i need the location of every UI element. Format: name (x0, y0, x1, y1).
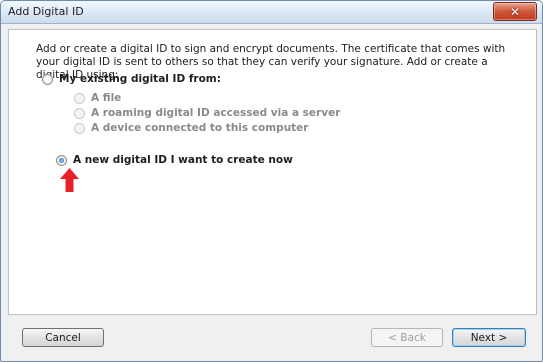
option-new-label: A new digital ID I want to create now (73, 154, 293, 166)
option-roaming-digital-id[interactable]: A roaming digital ID accessed via a serv… (74, 107, 340, 119)
option-device-connected[interactable]: A device connected to this computer (74, 122, 309, 134)
option-device-label: A device connected to this computer (91, 122, 309, 134)
add-digital-id-dialog: Add Digital ID ✕ Add or create a digital… (0, 0, 543, 362)
back-button[interactable]: < Back (371, 328, 443, 347)
option-a-file[interactable]: A file (74, 92, 121, 104)
radio-roaming-digital-id[interactable] (74, 107, 85, 119)
option-a-file-label: A file (91, 92, 122, 104)
cancel-button[interactable]: Cancel (22, 328, 104, 347)
content-panel: Add or create a digital ID to sign and e… (8, 29, 537, 315)
radio-new-digital-id[interactable] (56, 154, 67, 166)
option-new-digital-id[interactable]: A new digital ID I want to create now (56, 154, 293, 166)
option-existing-label: My existing digital ID from: (59, 73, 221, 85)
title-bar: Add Digital ID ✕ (1, 1, 542, 24)
close-icon: ✕ (509, 4, 521, 19)
option-existing-digital-id[interactable]: My existing digital ID from: (42, 73, 221, 85)
red-arrow-up-icon (60, 168, 79, 192)
next-button[interactable]: Next > (452, 328, 526, 347)
radio-a-file[interactable] (74, 92, 85, 104)
window-title: Add Digital ID (8, 5, 84, 18)
option-roaming-label: A roaming digital ID accessed via a serv… (91, 107, 341, 119)
radio-device-connected[interactable] (74, 122, 85, 134)
radio-existing-digital-id[interactable] (42, 73, 53, 85)
close-button[interactable]: ✕ (493, 2, 537, 21)
